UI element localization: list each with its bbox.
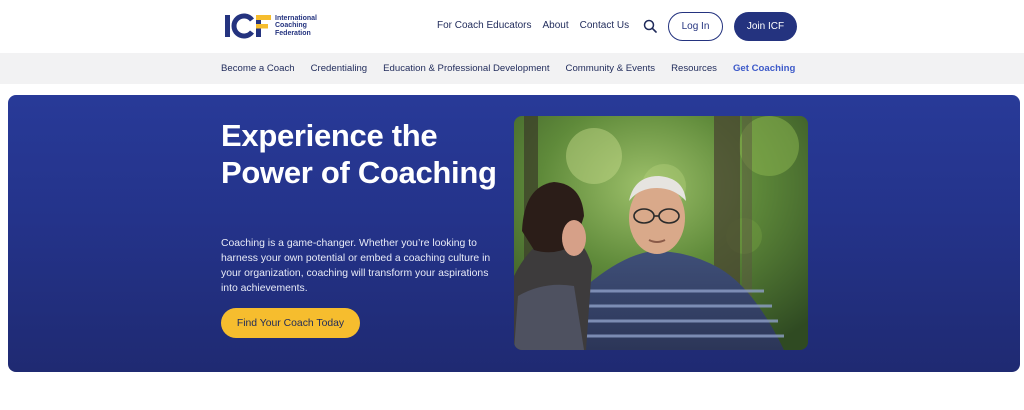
utility-nav: For Coach Educators About Contact Us: [437, 20, 640, 31]
nav-item-community-events[interactable]: Community & Events: [566, 63, 656, 74]
search-icon[interactable]: [643, 19, 657, 33]
logo-line-3: Federation: [275, 29, 311, 37]
for-coach-educators-link[interactable]: For Coach Educators: [437, 20, 532, 31]
nav-item-education[interactable]: Education & Professional Development: [383, 63, 549, 74]
nav-item-get-coaching[interactable]: Get Coaching: [733, 63, 795, 74]
join-icf-button[interactable]: Join ICF: [734, 12, 797, 41]
hero-banner: Experience the Power of Coaching Coachin…: [8, 95, 1020, 372]
nav-item-resources[interactable]: Resources: [671, 63, 717, 74]
find-your-coach-button[interactable]: Find Your Coach Today: [221, 308, 360, 338]
icf-logo[interactable]: International Coaching Federation: [224, 13, 335, 39]
logo-line-2: Coaching: [275, 22, 307, 30]
logo-wordmark: International Coaching Federation: [275, 15, 335, 38]
about-link[interactable]: About: [543, 20, 569, 31]
logo-line-1: International: [275, 14, 318, 22]
nav-item-credentialing[interactable]: Credentialing: [311, 63, 368, 74]
hero-title: Experience the Power of Coaching: [221, 118, 497, 190]
login-button[interactable]: Log In: [668, 12, 723, 41]
top-header: International Coaching Federation For Co…: [0, 0, 1024, 53]
hero-photo: [514, 116, 808, 350]
main-nav: Become a Coach Credentialing Education &…: [0, 53, 1024, 84]
contact-us-link[interactable]: Contact Us: [580, 20, 629, 31]
icf-logo-mark: [225, 13, 271, 39]
hero-description: Coaching is a game-changer. Whether you’…: [221, 238, 491, 294]
coaching-conversation-photo: [514, 116, 808, 350]
nav-item-become-a-coach[interactable]: Become a Coach: [221, 63, 295, 74]
